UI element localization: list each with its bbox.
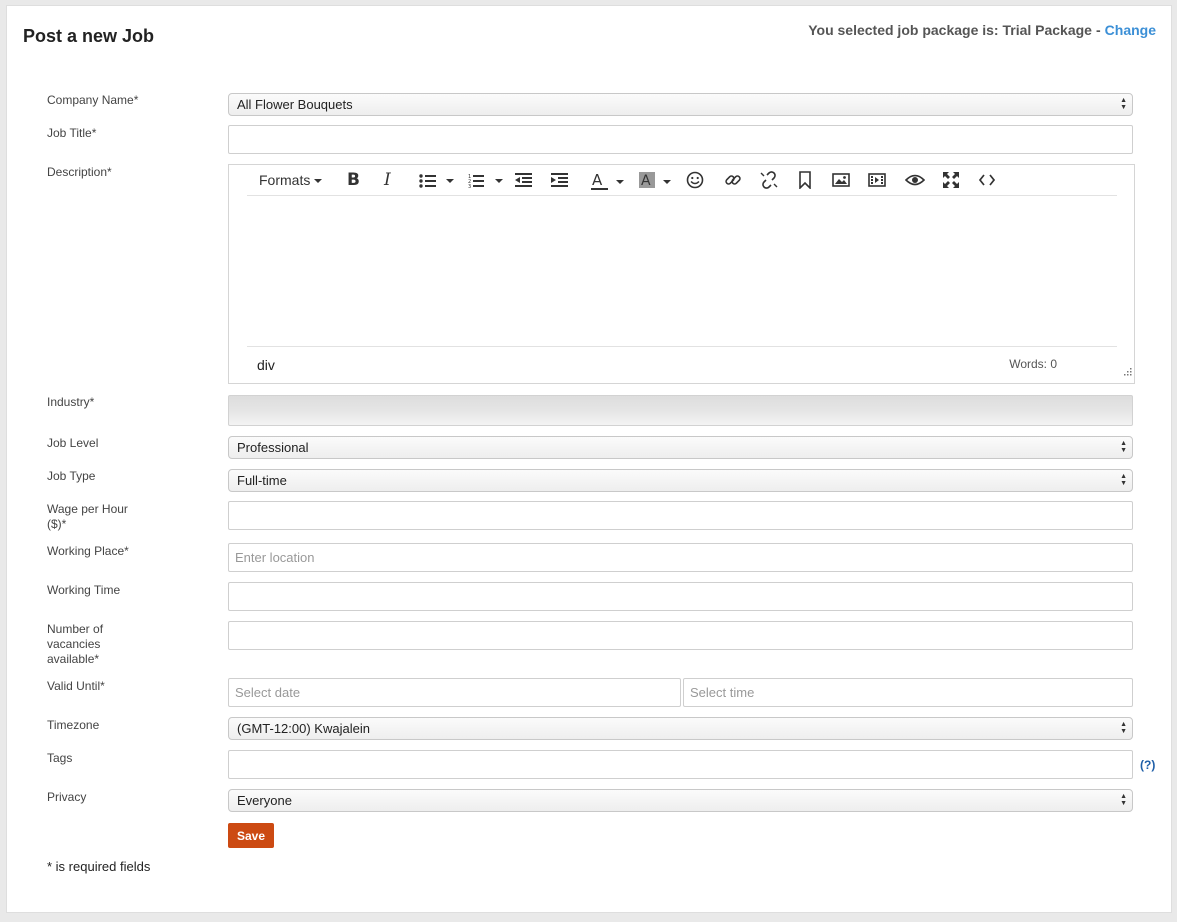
formats-dropdown[interactable]: Formats [259, 170, 323, 191]
fullscreen-icon[interactable] [942, 171, 960, 192]
select-arrows-icon: ▲ ▼ [1120, 473, 1127, 487]
svg-text:A: A [592, 171, 603, 189]
privacy-select[interactable]: Everyone ▲ ▼ [228, 789, 1133, 812]
job-type-select[interactable]: Full-time ▲ ▼ [228, 469, 1133, 492]
caret-down-icon [314, 179, 323, 184]
numbered-list-icon[interactable]: 123 [468, 173, 504, 194]
select-arrows-icon: ▲ ▼ [1120, 721, 1127, 735]
valid-until-label: Valid Until* [47, 679, 105, 693]
select-arrows-icon: ▲ ▼ [1120, 97, 1127, 111]
job-type-label: Job Type [47, 469, 96, 483]
vacancies-label-line1: Number of [47, 622, 104, 636]
select-arrows-icon: ▲ ▼ [1120, 440, 1127, 454]
background-color-icon[interactable]: A [639, 171, 675, 192]
package-separator: - [1095, 22, 1101, 38]
emoticon-icon[interactable] [686, 171, 704, 192]
privacy-value: Everyone [237, 793, 292, 808]
timezone-select[interactable]: (GMT-12:00) Kwajalein ▲ ▼ [228, 717, 1133, 740]
page-title: Post a new Job [23, 26, 155, 46]
indent-icon[interactable] [551, 173, 569, 194]
wage-input[interactable] [228, 501, 1133, 530]
tags-label: Tags [47, 751, 73, 765]
bullet-list-icon[interactable] [419, 174, 455, 195]
vacancies-input[interactable] [228, 621, 1133, 650]
editor-statusbar: div Words: 0 [247, 346, 1117, 383]
bookmark-icon[interactable] [798, 171, 812, 192]
privacy-label: Privacy [47, 790, 87, 804]
job-title-label: Job Title* [47, 126, 97, 140]
italic-icon[interactable]: I [384, 170, 391, 191]
package-text: You selected job package is: Trial Packa… [808, 22, 1092, 38]
text-color-icon[interactable]: A [591, 171, 627, 192]
industry-label: Industry* [47, 395, 95, 409]
company-name-select[interactable]: All Flower Bouquets ▲ ▼ [228, 93, 1133, 116]
unlink-icon[interactable] [760, 171, 778, 192]
wage-label-line2: ($)* [47, 517, 67, 531]
job-type-value: Full-time [237, 473, 287, 488]
timezone-value: (GMT-12:00) Kwajalein [237, 721, 370, 736]
wage-label: Wage per Hour ($)* [47, 502, 128, 532]
job-level-select[interactable]: Professional ▲ ▼ [228, 436, 1133, 459]
job-title-input[interactable] [228, 125, 1133, 154]
description-editor[interactable]: Formats B I 123 A A div Words: 0 [228, 164, 1135, 384]
wage-label-line1: Wage per Hour [47, 502, 128, 516]
tags-help-link[interactable]: (?) [1140, 758, 1155, 772]
vacancies-label-line2: vacancies [47, 637, 101, 651]
working-place-input[interactable] [228, 543, 1133, 572]
image-icon[interactable] [832, 172, 850, 193]
formats-label: Formats [259, 172, 311, 188]
word-count: Words: 0 [1009, 357, 1057, 371]
working-time-label: Working Time [47, 583, 121, 597]
industry-select[interactable] [228, 395, 1133, 426]
valid-until-date-input[interactable] [228, 678, 681, 707]
company-name-label: Company Name* [47, 93, 139, 107]
vacancies-label: Number of vacancies available* [47, 622, 103, 667]
source-code-icon[interactable] [979, 172, 995, 193]
working-time-input[interactable] [228, 582, 1133, 611]
media-icon[interactable] [868, 172, 886, 193]
tags-input[interactable] [228, 750, 1133, 779]
package-info: You selected job package is: Trial Packa… [808, 22, 1156, 38]
vacancies-label-line3: available* [47, 652, 100, 666]
editor-toolbar: Formats B I 123 A A [247, 165, 1117, 196]
link-icon[interactable] [724, 171, 742, 192]
save-button[interactable]: Save [228, 823, 274, 848]
svg-text:A: A [641, 173, 651, 189]
post-job-card: Post a new Job You selected job package … [6, 5, 1172, 913]
valid-until-time-input[interactable] [683, 678, 1133, 707]
preview-icon[interactable] [905, 173, 925, 194]
working-place-label: Working Place* [47, 544, 129, 558]
required-fields-note: * is required fields [47, 859, 151, 874]
element-path[interactable]: div [257, 357, 275, 373]
timezone-label: Timezone [47, 718, 100, 732]
select-arrows-icon: ▲ ▼ [1120, 793, 1127, 807]
resize-handle-icon[interactable] [1123, 363, 1132, 381]
job-level-label: Job Level [47, 436, 99, 450]
bold-icon[interactable]: B [347, 170, 360, 191]
change-package-link[interactable]: Change [1105, 22, 1156, 38]
outdent-icon[interactable] [515, 173, 533, 194]
job-level-value: Professional [237, 440, 309, 455]
description-label: Description* [47, 165, 112, 179]
company-name-value: All Flower Bouquets [237, 97, 353, 112]
svg-text:3: 3 [468, 184, 471, 188]
